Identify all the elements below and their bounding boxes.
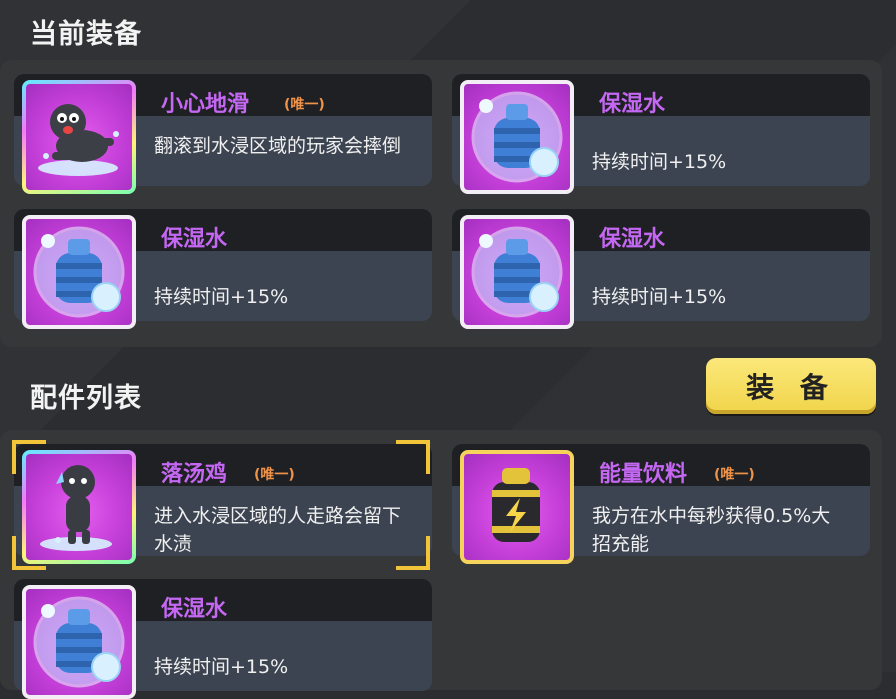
part-card-moisturizer[interactable]: 保湿水 持续时间+15% xyxy=(6,571,432,699)
item-description: 持续时间+15% xyxy=(154,656,289,678)
part-card-drenched[interactable]: 落汤鸡 (唯一) 进入水浸区域的人走路会留下水渍 xyxy=(6,436,432,560)
part-card-energy-drink[interactable]: 能量饮料 (唯一) 我方在水中每秒获得0.5%大招充能 xyxy=(444,436,870,564)
item-name: 落汤鸡 xyxy=(161,462,228,487)
equipped-card-moisturizer-3[interactable]: 保湿水 持续时间+15% xyxy=(444,201,870,329)
item-description: 进入水浸区域的人走路会留下水渍 xyxy=(154,505,402,555)
parts-list-panel: 落汤鸡 (唯一) 进入水浸区域的人走路会留下水渍 能量饮料 (唯一) 我方在水中… xyxy=(0,430,882,699)
item-description: 翻滚到水浸区域的玩家会摔倒 xyxy=(154,135,402,157)
item-name: 能量饮料 xyxy=(599,462,688,487)
selection-corner-bottom-left xyxy=(12,536,46,570)
energy-drink-icon xyxy=(460,450,574,564)
item-name: 保湿水 xyxy=(161,227,228,252)
selection-corner-top-right xyxy=(396,440,430,474)
water-bottle-icon xyxy=(22,585,136,699)
item-description: 持续时间+15% xyxy=(592,286,727,308)
current-equipment-title: 当前装备 xyxy=(30,19,142,50)
unique-tag: (唯一) xyxy=(254,467,295,483)
parts-list-title: 配件列表 xyxy=(30,383,142,414)
item-name: 保湿水 xyxy=(161,597,228,622)
water-bottle-icon xyxy=(22,215,136,329)
item-description: 持续时间+15% xyxy=(592,151,727,173)
unique-tag: (唯一) xyxy=(284,97,325,113)
equipped-card-moisturizer-2[interactable]: 保湿水 持续时间+15% xyxy=(6,201,432,329)
current-equipment-panel: 小心地滑 (唯一) 翻滚到水浸区域的玩家会摔倒 保湿水 持续时间+15% 保湿水… xyxy=(0,60,882,347)
water-bottle-icon xyxy=(460,80,574,194)
equipped-card-moisturizer-1[interactable]: 保湿水 持续时间+15% xyxy=(444,66,870,194)
item-name: 保湿水 xyxy=(599,227,666,252)
item-name: 保湿水 xyxy=(599,92,666,117)
water-bottle-icon xyxy=(460,215,574,329)
item-name: 小心地滑 xyxy=(161,92,250,117)
equipped-card-slippery[interactable]: 小心地滑 (唯一) 翻滚到水浸区域的玩家会摔倒 xyxy=(6,66,432,190)
selection-corner-bottom-right xyxy=(396,536,430,570)
selection-corner-top-left xyxy=(12,440,46,474)
equip-button[interactable]: 装 备 xyxy=(706,358,876,414)
item-description: 持续时间+15% xyxy=(154,286,289,308)
slipping-character-icon xyxy=(22,80,136,194)
unique-tag: (唯一) xyxy=(714,467,755,483)
item-description: 我方在水中每秒获得0.5%大招充能 xyxy=(592,505,831,555)
